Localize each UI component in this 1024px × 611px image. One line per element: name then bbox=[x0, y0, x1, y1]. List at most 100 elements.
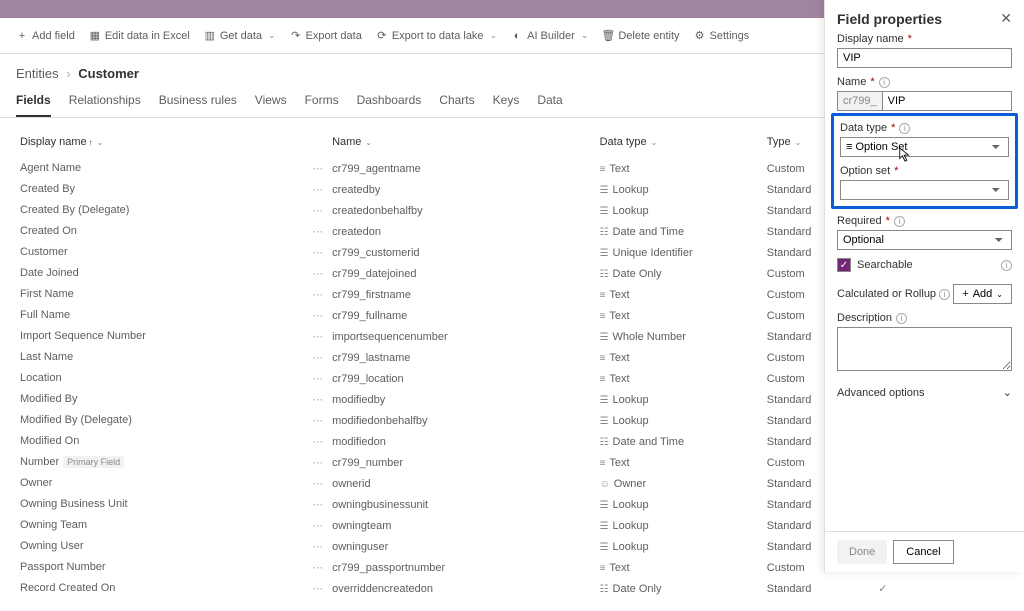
row-menu-icon[interactable]: ⋯ bbox=[312, 225, 324, 238]
tab-fields[interactable]: Fields bbox=[16, 93, 51, 117]
chevron-down-icon[interactable]: ⌄ bbox=[365, 138, 372, 147]
info-icon[interactable]: i bbox=[894, 216, 905, 227]
row-menu-icon[interactable]: ⋯ bbox=[312, 183, 324, 196]
datatype-icon: ☰ bbox=[600, 185, 609, 196]
row-menu-icon[interactable]: ⋯ bbox=[312, 561, 324, 574]
datatype-icon: ☰ bbox=[600, 542, 609, 553]
close-button[interactable]: ✕ bbox=[1000, 10, 1012, 27]
advanced-options-toggle[interactable]: Advanced options ⌄ bbox=[837, 386, 1012, 399]
chevron-down-icon[interactable]: ⌄ bbox=[97, 138, 104, 147]
col-display[interactable]: Display name bbox=[20, 136, 87, 148]
datatype-icon: ≡ bbox=[600, 458, 606, 469]
tab-data[interactable]: Data bbox=[537, 93, 562, 117]
display-name-label: Display name* bbox=[837, 33, 1012, 45]
tab-dashboards[interactable]: Dashboards bbox=[357, 93, 422, 117]
row-menu-icon[interactable]: ⋯ bbox=[312, 540, 324, 553]
row-menu-icon[interactable]: ⋯ bbox=[312, 288, 324, 301]
export-data-label: Export data bbox=[306, 30, 362, 42]
row-menu-icon[interactable]: ⋯ bbox=[312, 351, 324, 364]
searchable-label: Searchable bbox=[857, 259, 913, 271]
chevron-down-icon: ⌄ bbox=[996, 290, 1003, 299]
row-menu-icon[interactable]: ⋯ bbox=[312, 162, 324, 175]
datatype-icon: ☷ bbox=[600, 269, 609, 280]
option-set-select[interactable] bbox=[840, 180, 1009, 200]
breadcrumb-current: Customer bbox=[78, 66, 139, 81]
chevron-down-icon[interactable]: ⌄ bbox=[795, 138, 802, 147]
export-icon: ↷ bbox=[290, 30, 302, 42]
info-icon[interactable]: i bbox=[879, 77, 890, 88]
tab-relationships[interactable]: Relationships bbox=[69, 93, 141, 117]
get-data-button[interactable]: ▥Get data⌄ bbox=[204, 30, 276, 42]
settings-button[interactable]: ⚙Settings bbox=[694, 30, 750, 42]
tab-charts[interactable]: Charts bbox=[439, 93, 474, 117]
export-lake-button[interactable]: ⟳Export to data lake⌄ bbox=[376, 30, 497, 42]
breadcrumb-sep: › bbox=[66, 66, 70, 81]
row-menu-icon[interactable]: ⋯ bbox=[312, 267, 324, 280]
tab-views[interactable]: Views bbox=[255, 93, 287, 117]
info-icon[interactable]: i bbox=[939, 289, 950, 300]
row-menu-icon[interactable]: ⋯ bbox=[312, 204, 324, 217]
add-field-label: Add field bbox=[32, 30, 75, 42]
datatype-icon: ≡ bbox=[600, 164, 606, 175]
col-type[interactable]: Type bbox=[767, 136, 791, 148]
plus-icon: + bbox=[16, 30, 28, 42]
row-menu-icon[interactable]: ⋯ bbox=[312, 393, 324, 406]
row-menu-icon[interactable]: ⋯ bbox=[312, 414, 324, 427]
row-menu-icon[interactable]: ⋯ bbox=[312, 519, 324, 532]
name-prefix: cr799_ bbox=[837, 91, 882, 111]
datatype-icon: ☰ bbox=[600, 332, 609, 343]
row-menu-icon[interactable]: ⋯ bbox=[312, 582, 324, 595]
panel-title: Field properties bbox=[837, 11, 942, 27]
add-field-button[interactable]: + Add field bbox=[16, 30, 75, 42]
chevron-down-icon[interactable]: ⌄ bbox=[651, 138, 658, 147]
table-row[interactable]: Record Created On⋯overriddencreatedon☷Da… bbox=[16, 578, 1008, 599]
delete-entity-label: Delete entity bbox=[618, 30, 679, 42]
datatype-icon: ≡ bbox=[600, 353, 606, 364]
edit-excel-button[interactable]: ▦Edit data in Excel bbox=[89, 30, 190, 42]
row-menu-icon[interactable]: ⋯ bbox=[312, 498, 324, 511]
datatype-icon: ☺ bbox=[600, 479, 610, 490]
row-menu-icon[interactable]: ⋯ bbox=[312, 309, 324, 322]
plus-icon: + bbox=[962, 288, 968, 300]
row-menu-icon[interactable]: ⋯ bbox=[312, 372, 324, 385]
row-menu-icon[interactable]: ⋯ bbox=[312, 330, 324, 343]
sort-asc-icon: ↑ bbox=[89, 138, 93, 147]
cancel-button[interactable]: Cancel bbox=[893, 540, 953, 564]
col-name[interactable]: Name bbox=[332, 136, 361, 148]
name-input[interactable] bbox=[882, 91, 1012, 111]
required-select[interactable]: Optional bbox=[837, 230, 1012, 250]
row-menu-icon[interactable]: ⋯ bbox=[312, 456, 324, 469]
done-button[interactable]: Done bbox=[837, 540, 887, 564]
option-set-label: Option set* bbox=[840, 165, 1009, 177]
chevron-down-icon: ⌄ bbox=[1003, 386, 1012, 399]
tab-keys[interactable]: Keys bbox=[493, 93, 520, 117]
tab-business-rules[interactable]: Business rules bbox=[159, 93, 237, 117]
info-icon[interactable]: i bbox=[899, 123, 910, 134]
col-datatype[interactable]: Data type bbox=[600, 136, 647, 148]
ai-builder-button[interactable]: ◐AI Builder⌄ bbox=[511, 30, 588, 42]
add-button[interactable]: +Add⌄ bbox=[953, 284, 1012, 304]
datatype-icon: ☰ bbox=[600, 248, 609, 259]
row-menu-icon[interactable]: ⋯ bbox=[312, 246, 324, 259]
export-lake-label: Export to data lake bbox=[392, 30, 484, 42]
breadcrumb-root[interactable]: Entities bbox=[16, 66, 59, 81]
searchable-checkbox[interactable]: ✓ bbox=[837, 258, 851, 272]
info-icon[interactable]: i bbox=[896, 313, 907, 324]
chevron-down-icon: ⌄ bbox=[581, 30, 589, 41]
datatype-icon: ≡ bbox=[600, 374, 606, 385]
field-properties-panel: Field properties ✕ Display name* Name*i … bbox=[824, 0, 1024, 572]
info-icon[interactable]: i bbox=[1001, 260, 1012, 271]
edit-excel-label: Edit data in Excel bbox=[105, 30, 190, 42]
gear-icon: ⚙ bbox=[694, 30, 706, 42]
display-name-input[interactable] bbox=[837, 48, 1012, 68]
description-textarea[interactable] bbox=[837, 327, 1012, 371]
get-data-label: Get data bbox=[220, 30, 262, 42]
delete-entity-button[interactable]: 🗑Delete entity bbox=[602, 30, 679, 42]
row-menu-icon[interactable]: ⋯ bbox=[312, 477, 324, 490]
export-data-button[interactable]: ↷ Export data bbox=[290, 30, 362, 42]
tab-forms[interactable]: Forms bbox=[305, 93, 339, 117]
highlighted-section: Data type*i ≡ Option Set Option set* bbox=[831, 113, 1018, 209]
rollup-label: Calculated or Rollup i bbox=[837, 288, 950, 300]
row-menu-icon[interactable]: ⋯ bbox=[312, 435, 324, 448]
data-type-select[interactable]: ≡ Option Set bbox=[840, 137, 1009, 157]
